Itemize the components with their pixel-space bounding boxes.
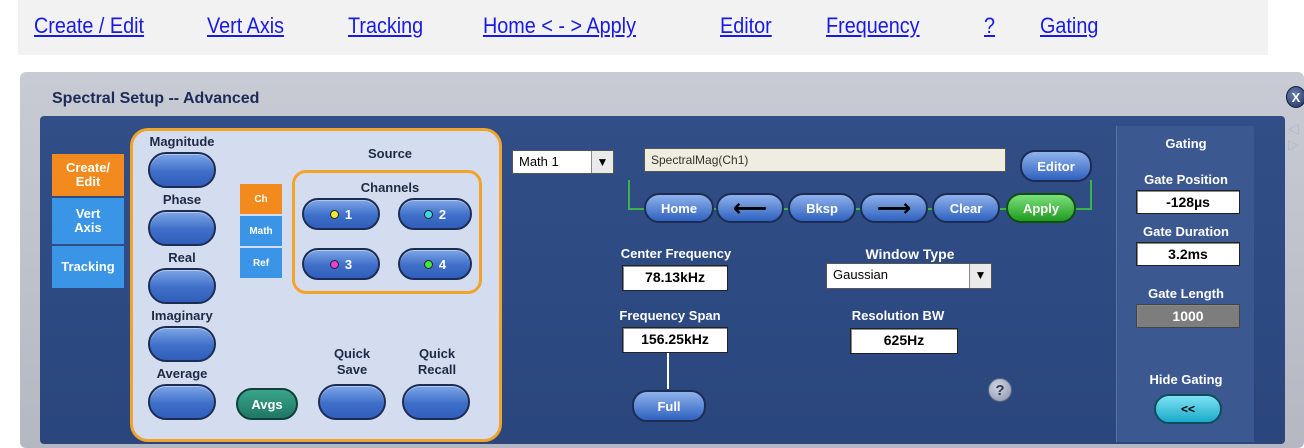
channel-1-label: 1 [302, 198, 380, 230]
quick-recall-label: Quick Recall [417, 346, 457, 377]
tab-tracking[interactable]: Tracking [52, 246, 124, 288]
home-button[interactable]: Home [644, 193, 714, 223]
help-icon[interactable]: ? [988, 378, 1012, 402]
channel-2-number: 2 [438, 206, 447, 222]
channel-3-icon [329, 259, 339, 269]
magnitude-label: Magnitude [149, 134, 215, 149]
imaginary-button[interactable] [148, 326, 216, 362]
math-select-value: Math 1 [519, 154, 559, 169]
avgs-button[interactable]: Avgs [236, 388, 298, 420]
center-frequency-field[interactable]: 78.13kHz [622, 265, 728, 291]
channel-2-label: 2 [398, 198, 472, 230]
clear-button[interactable]: Clear [932, 193, 1000, 223]
frequency-span-label: Frequency Span [619, 308, 721, 323]
source-title: Source [367, 146, 413, 161]
imaginary-label: Imaginary [151, 308, 213, 323]
window-type-value: Gaussian [833, 267, 888, 282]
phase-label: Phase [162, 192, 202, 207]
average-button[interactable] [148, 384, 216, 420]
resolution-bw-field: 625Hz [850, 328, 958, 354]
channel-2-icon [423, 209, 433, 219]
average-label: Average [156, 366, 208, 381]
nav-link-frequency[interactable]: Frequency [826, 13, 920, 39]
nav-link-editor[interactable]: Editor [720, 13, 772, 39]
source-tab-ref[interactable]: Ref [240, 248, 282, 278]
channels-title: Channels [360, 180, 420, 195]
gate-position-field[interactable]: -128µs [1136, 190, 1240, 214]
gate-duration-label: Gate Duration [1143, 224, 1229, 239]
channel-4-number: 4 [438, 256, 447, 272]
full-button[interactable]: Full [632, 390, 706, 422]
full-connector-line [667, 353, 669, 389]
window-type-select[interactable]: Gaussian ▼ [826, 263, 992, 289]
channel-3-number: 3 [344, 256, 353, 272]
real-label: Real [168, 250, 196, 265]
nav-link-tracking[interactable]: Tracking [348, 13, 423, 39]
hide-gating-label: Hide Gating [1149, 372, 1223, 387]
bksp-button[interactable]: Bksp [788, 193, 856, 223]
channel-4-label: 4 [398, 248, 472, 280]
left-arrow-button[interactable]: ⟵ [716, 193, 784, 223]
top-nav-bar: Create / Edit Vert Axis Tracking Home < … [18, 0, 1268, 55]
quick-save-button[interactable] [318, 384, 386, 420]
window-title: Spectral Setup -- Advanced [52, 90, 260, 107]
nav-link-home-apply[interactable]: Home < - > Apply [483, 13, 636, 39]
gate-length-field: 1000 [1136, 304, 1240, 328]
tab-vert-axis[interactable]: Vert Axis [52, 198, 124, 244]
gating-title: Gating [1165, 136, 1207, 151]
magnitude-button[interactable] [148, 152, 216, 188]
math-expression-field[interactable]: SpectralMag(Ch1) [644, 148, 1006, 172]
gate-position-label: Gate Position [1144, 172, 1228, 187]
channel-1-icon [329, 209, 339, 219]
apply-button[interactable]: Apply [1006, 193, 1076, 223]
channel-3-label: 3 [302, 248, 380, 280]
quick-recall-button[interactable] [402, 384, 470, 420]
nav-link-vert-axis[interactable]: Vert Axis [207, 13, 284, 39]
chevron-down-icon[interactable]: ▼ [591, 151, 613, 173]
tab-create-edit[interactable]: Create/ Edit [52, 154, 124, 196]
source-tab-ch[interactable]: Ch [240, 184, 282, 214]
frequency-span-field[interactable]: 156.25kHz [622, 327, 728, 353]
nav-link-create-edit[interactable]: Create / Edit [34, 13, 144, 39]
chevron-down-icon[interactable]: ▼ [969, 264, 991, 288]
nav-link-gating[interactable]: Gating [1040, 13, 1098, 39]
phase-button[interactable] [148, 210, 216, 246]
real-button[interactable] [148, 268, 216, 304]
gate-duration-field[interactable]: 3.2ms [1136, 242, 1240, 266]
right-arrow-button[interactable]: ⟶ [860, 193, 928, 223]
hide-gating-button[interactable]: << [1154, 394, 1222, 424]
editor-button[interactable]: Editor [1020, 150, 1092, 182]
quick-save-label: Quick Save [333, 346, 371, 377]
math-select[interactable]: Math 1 ▼ [512, 150, 614, 174]
source-tab-math[interactable]: Math [240, 216, 282, 246]
channel-1-number: 1 [344, 206, 353, 222]
channel-4-icon [423, 259, 433, 269]
gate-length-label: Gate Length [1148, 286, 1224, 301]
close-button[interactable]: X [1286, 86, 1304, 108]
side-arrow-icons: ◁ ▷ [1288, 120, 1299, 152]
window-type-label: Window Type [865, 246, 955, 262]
resolution-bw-label: Resolution BW [851, 308, 945, 323]
nav-link-help[interactable]: ? [984, 13, 995, 39]
center-frequency-label: Center Frequency [620, 246, 732, 261]
